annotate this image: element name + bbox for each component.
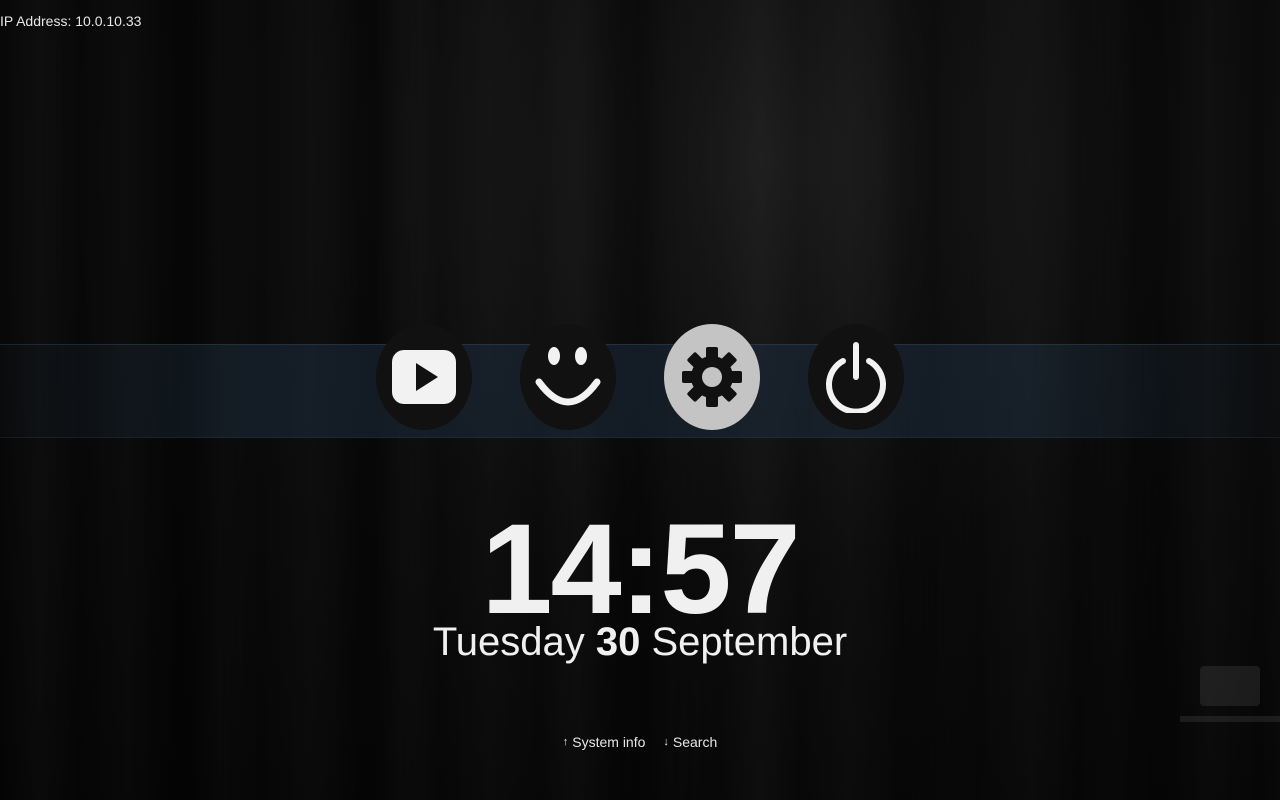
menu-band [0,344,1280,438]
menu-item-youtube[interactable] [376,324,472,430]
power-icon [826,342,886,413]
date-day: 30 [595,620,641,664]
clock-date: Tuesday 30 September [0,618,1280,666]
search-hint[interactable]: ↓ Search [663,734,717,750]
system-info-hint[interactable]: ↑ System info [563,734,646,750]
system-info-label: System info [572,734,646,750]
youtube-play-icon [392,350,456,404]
menu-item-settings[interactable] [664,324,760,430]
date-weekday: Tuesday [432,620,585,664]
menu-item-smiley[interactable] [520,324,616,430]
menu-item-power[interactable] [808,324,904,430]
home-screen: IP Address: 10.0.10.33 14:57 Tuesday 30 … [0,0,1280,800]
gear-icon [682,347,742,407]
smiley-icon [535,347,601,406]
faded-decoration [1180,666,1280,722]
date-month: September [651,620,848,664]
ip-address-label: IP Address: 10.0.10.33 [0,13,142,29]
search-label: Search [672,734,718,750]
navigation-hints: ↑ System info ↓ Search [0,734,1280,750]
arrow-up-icon: ↑ [562,736,569,748]
arrow-down-icon: ↓ [663,736,669,748]
